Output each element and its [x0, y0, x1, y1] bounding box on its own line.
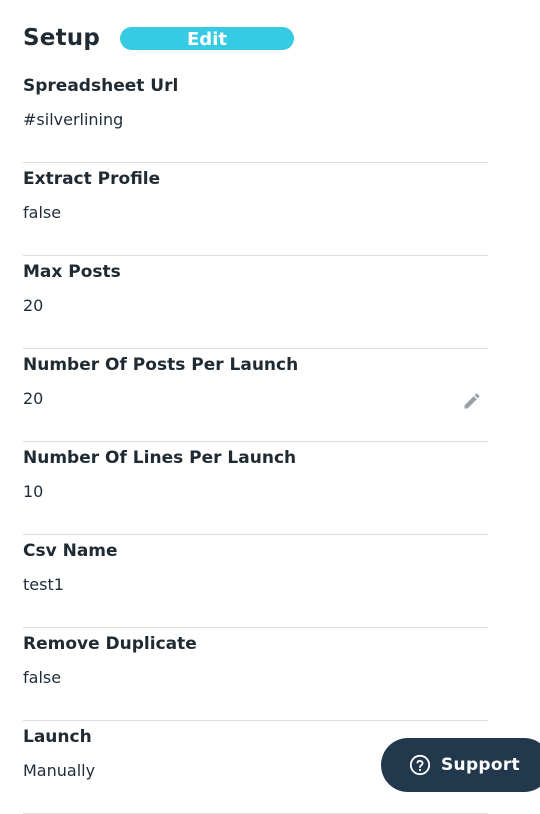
field-value: Manually: [23, 761, 96, 780]
question-circle-icon: [409, 754, 431, 776]
field-remove-duplicate: Remove Duplicate false: [23, 628, 488, 721]
edit-button[interactable]: Edit: [120, 26, 294, 50]
field-label: Extract Profile: [23, 169, 161, 189]
field-spreadsheet-url: Spreadsheet Url #silverlining: [23, 70, 488, 163]
field-value: test1: [23, 575, 64, 594]
field-max-posts: Max Posts 20: [23, 256, 488, 349]
field-label: Launch: [23, 727, 92, 747]
support-label: Support: [441, 755, 520, 775]
setup-field-list: Spreadsheet Url #silverlining Extract Pr…: [23, 70, 488, 814]
pencil-icon[interactable]: [462, 391, 482, 411]
field-label: Number Of Posts Per Launch: [23, 355, 299, 375]
field-value: #silverlining: [23, 110, 124, 129]
support-button[interactable]: Support: [381, 738, 540, 792]
field-label: Remove Duplicate: [23, 634, 197, 654]
field-value: 10: [23, 482, 44, 501]
field-label: Number Of Lines Per Launch: [23, 448, 297, 468]
field-value: 20: [23, 389, 44, 408]
setup-title: Setup: [23, 25, 100, 51]
field-number-of-posts-per-launch: Number Of Posts Per Launch 20: [23, 349, 488, 442]
field-number-of-lines-per-launch: Number Of Lines Per Launch 10: [23, 442, 488, 535]
field-value: false: [23, 668, 62, 687]
field-extract-profile: Extract Profile false: [23, 163, 488, 256]
setup-header: Setup Edit: [23, 18, 294, 58]
field-label: Csv Name: [23, 541, 118, 561]
field-label: Spreadsheet Url: [23, 76, 179, 96]
field-value: 20: [23, 296, 44, 315]
field-label: Max Posts: [23, 262, 121, 282]
field-value: false: [23, 203, 62, 222]
field-csv-name: Csv Name test1: [23, 535, 488, 628]
